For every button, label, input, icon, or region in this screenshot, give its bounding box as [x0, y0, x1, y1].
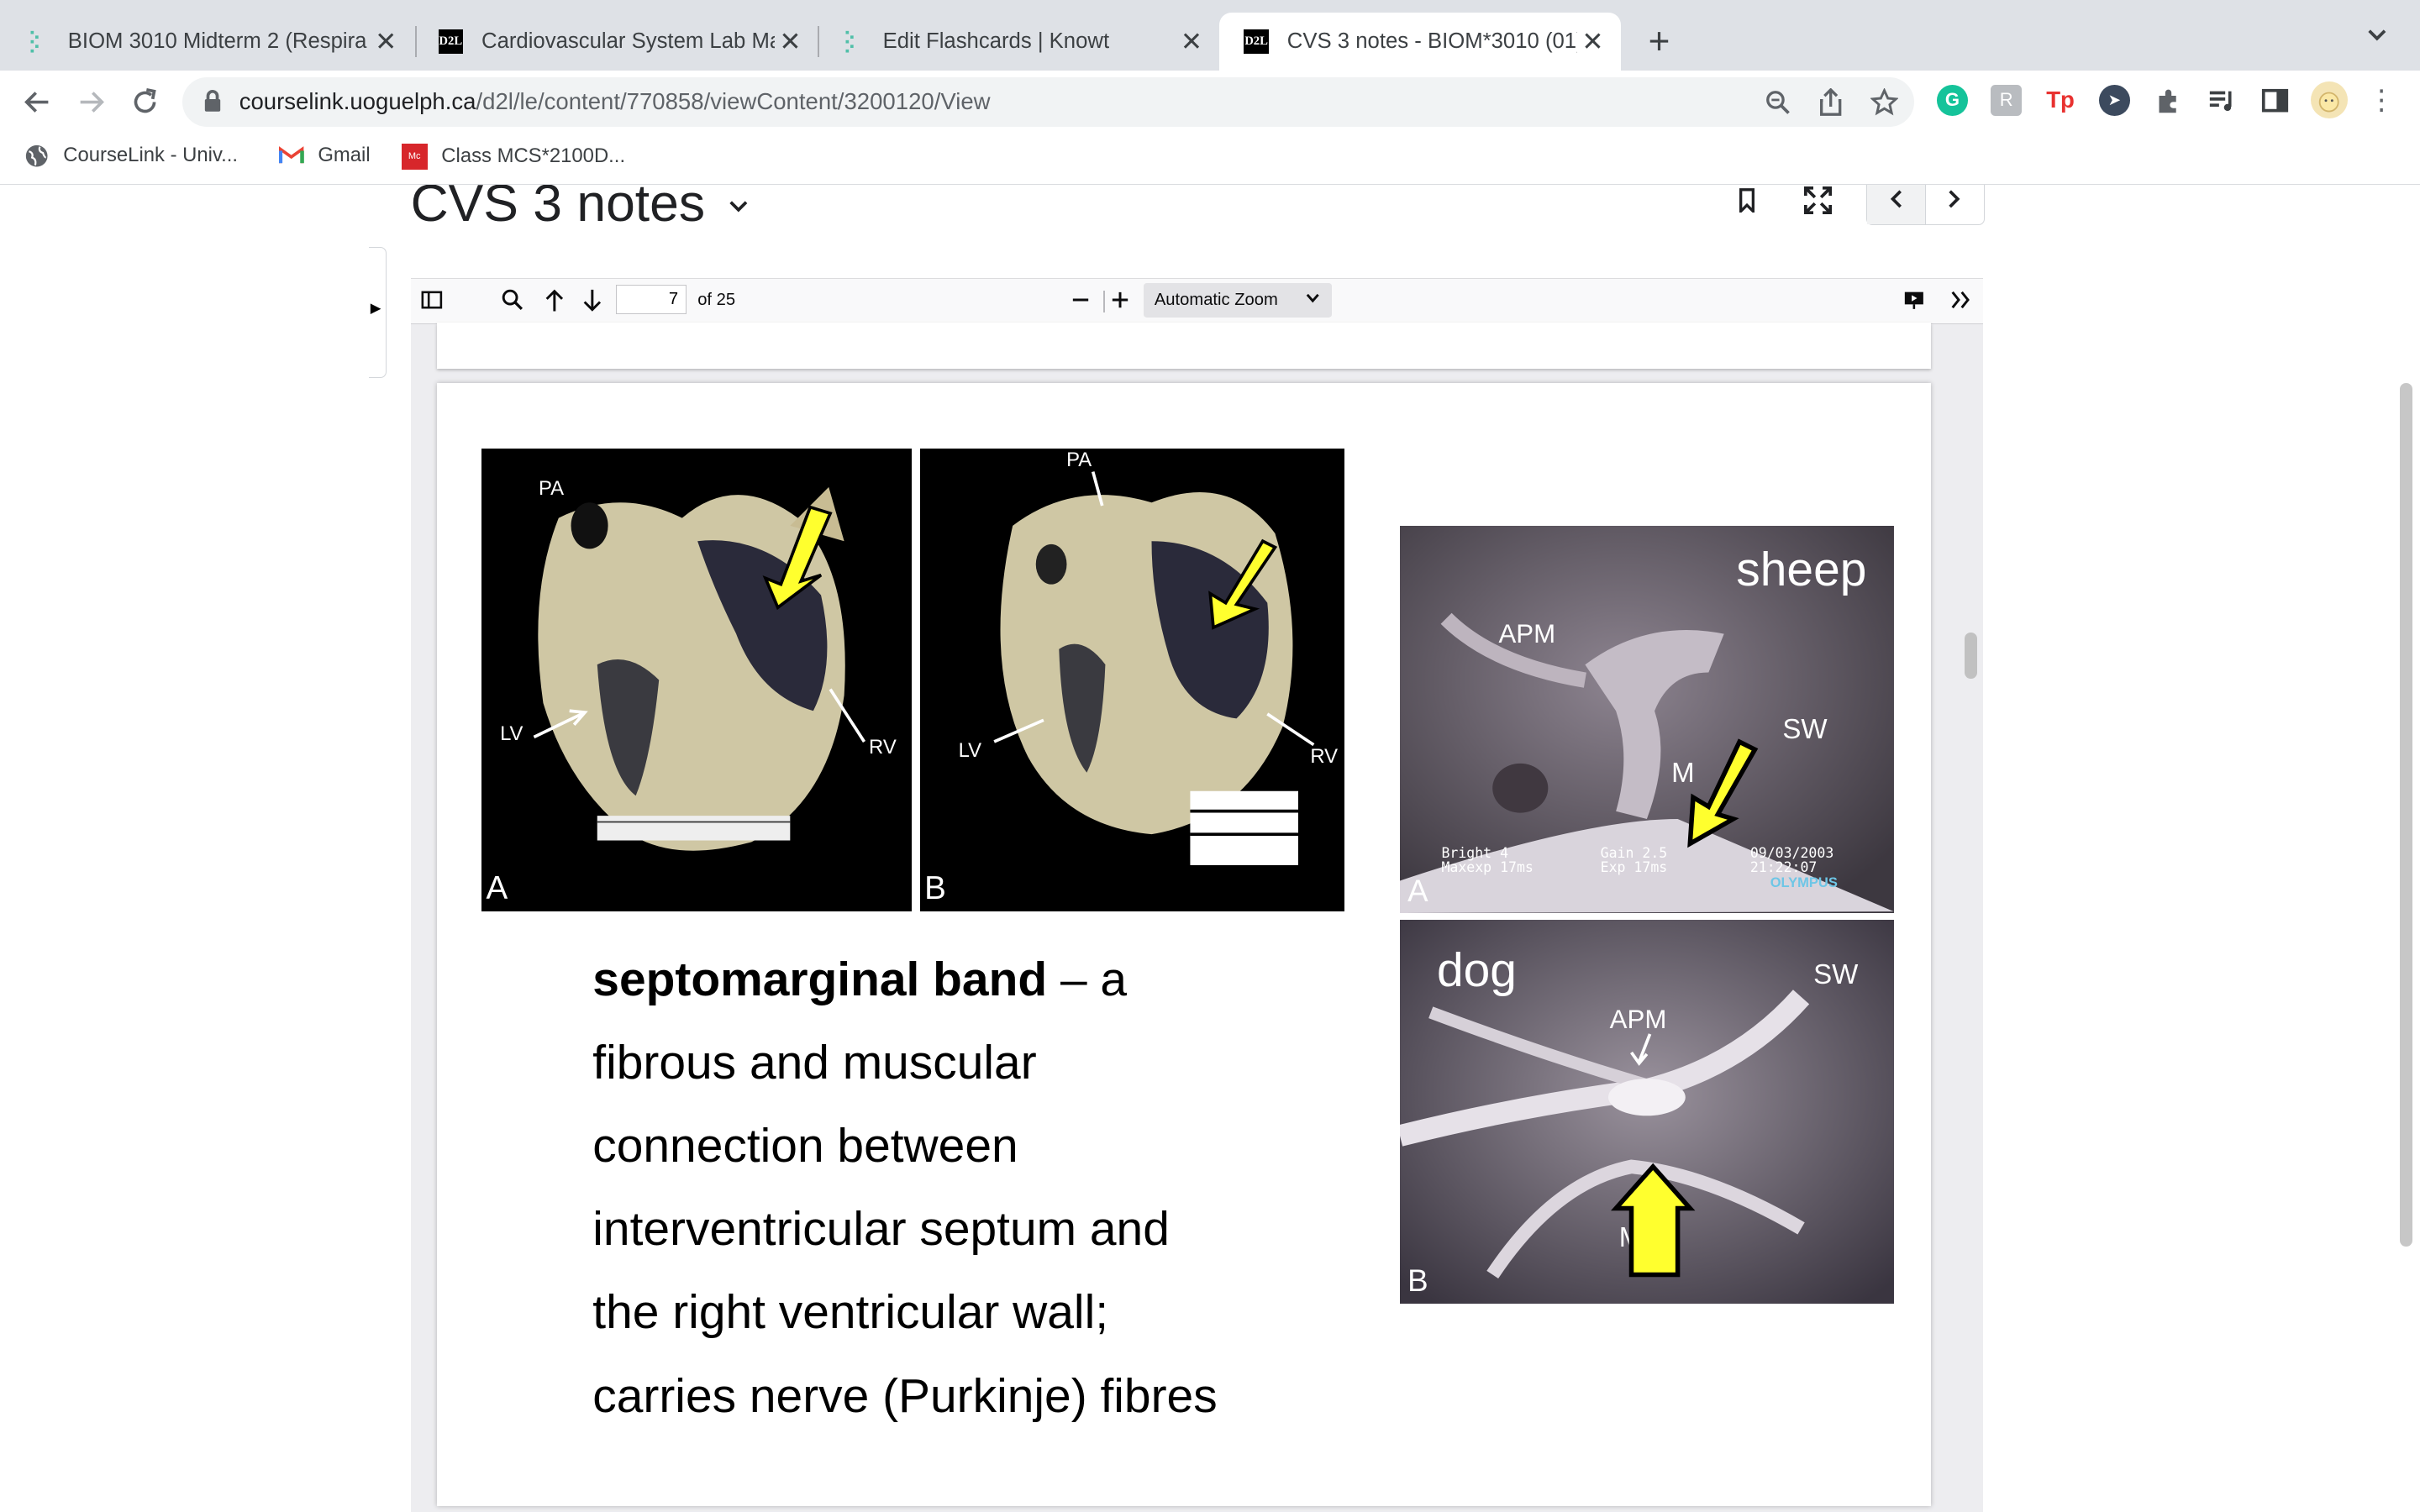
dog-endoscopy-photo: dog APM SW M B [1399, 919, 1894, 1305]
previous-page-arrow-icon[interactable] [540, 286, 568, 314]
tab-title: Cardiovascular System Lab Ma [481, 29, 776, 54]
tab-edit-flashcards[interactable]: Edit Flashcards | Knowt ✕ [815, 13, 1219, 71]
profile-avatar[interactable] [2310, 81, 2348, 119]
bookmark-star-icon[interactable] [1869, 87, 1900, 118]
heart-specimen-photo-a: PA LV RV A [481, 449, 913, 912]
close-icon[interactable]: ✕ [1176, 26, 1207, 57]
side-panel-icon[interactable] [2260, 85, 2291, 116]
tab-cvs3-notes[interactable]: D2L CVS 3 notes - BIOM*3010 (01) ✕ [1219, 12, 1621, 71]
pdf-viewer: of 25 Automatic Zoom [410, 277, 1984, 1512]
browser-toolbar: courselink.uoguelph.ca/d2l/le/content/77… [0, 71, 2420, 133]
sheep-endoscopy-photo: sheep APM SW M Bright 4 Maxexp 17ms Gain… [1399, 526, 1894, 914]
tab-cardiovascular-lab[interactable]: D2L Cardiovascular System Lab Ma ✕ [413, 13, 818, 71]
caption-line: connection between [592, 1119, 1018, 1173]
fullscreen-icon[interactable] [1801, 185, 1834, 216]
caption-text: – a [1047, 952, 1128, 1006]
d2l-icon: D2L [438, 29, 463, 55]
tab-search-chevron-icon[interactable] [2366, 24, 2388, 49]
grammarly-extension-icon[interactable]: G [1937, 85, 1968, 116]
chevron-down-icon[interactable] [720, 192, 749, 220]
yellow-arrow-icon [1610, 1032, 1696, 1277]
mcgraw-hill-icon: Mc [401, 143, 428, 171]
zoom-magnifier-icon[interactable] [1763, 87, 1794, 118]
pdf-scrollbar-thumb[interactable] [1965, 633, 1977, 680]
tab-title: Edit Flashcards | Knowt [882, 29, 1110, 54]
tab-strip: BIOM 3010 Midterm 2 (Respira ✕ D2L Cardi… [0, 0, 2420, 71]
next-page-arrow-icon[interactable] [579, 286, 607, 314]
close-icon[interactable]: ✕ [1577, 26, 1608, 57]
globe-icon [24, 144, 49, 168]
zoom-in-icon[interactable] [1108, 286, 1133, 314]
back-arrow-icon[interactable] [20, 85, 54, 118]
bookmark-gmail[interactable]: Gmail [279, 144, 371, 168]
pdf-toolbar: of 25 Automatic Zoom [410, 277, 1984, 324]
caret-right-icon: ▶ [370, 300, 381, 317]
tools-menu-icon[interactable] [1946, 286, 1974, 314]
caption-line: interventricular septum and [592, 1202, 1170, 1257]
kebab-menu-icon[interactable]: ⋮ [2366, 85, 2397, 116]
page-scrollbar-thumb[interactable] [2400, 382, 2412, 1247]
document-title[interactable]: CVS 3 notes [411, 185, 750, 233]
bookmark-class-mcs[interactable]: Mc Class MCS*2100D... [401, 143, 626, 171]
topic-pager [1865, 185, 1986, 226]
chevron-down-icon [1306, 289, 1320, 307]
presentation-mode-icon[interactable] [1900, 286, 1928, 314]
reload-icon[interactable] [128, 85, 161, 118]
caption-line: septomarginal band – a [592, 938, 1302, 1021]
knowt-icon [839, 29, 864, 54]
bookmarks-bar: CourseLink - Univ... Gmail Mc Class MCS*… [0, 132, 2420, 185]
search-icon[interactable] [498, 286, 526, 314]
new-tab-button[interactable]: + [1639, 21, 1680, 62]
tab-title: BIOM 3010 Midterm 2 (Respira [67, 29, 367, 54]
bookmark-courselink[interactable]: CourseLink - Univ... [24, 144, 238, 168]
gmail-icon [279, 144, 304, 168]
caption-line: carries nerve (Purkinje) fibres [592, 1368, 1218, 1423]
next-topic-button[interactable] [1926, 185, 1984, 224]
zoom-out-icon[interactable] [1068, 286, 1092, 314]
cursor-extension-icon[interactable]: ➤ [2098, 85, 2130, 116]
page-count-label: of 25 [697, 291, 736, 310]
close-icon[interactable]: ✕ [775, 26, 806, 57]
previous-pdf-page [436, 322, 1931, 369]
url-text: courselink.uoguelph.ca/d2l/le/content/77… [239, 87, 991, 114]
page-content: CVS 3 notes ▶ 7 of 25 Automatic Zoom PA … [0, 185, 2420, 1512]
yellow-arrow-icon [1687, 738, 1759, 848]
toolbar-separator [1103, 291, 1106, 312]
yellow-arrow-icon [533, 506, 866, 743]
sidebar-toggle-icon[interactable] [420, 286, 445, 314]
caption-term: septomarginal band [592, 952, 1048, 1006]
extensions-puzzle-icon[interactable] [2153, 85, 2184, 116]
bookmark-label: Gmail [318, 144, 371, 167]
bookmark-label: Class MCS*2100D... [441, 144, 626, 168]
knowt-icon [24, 29, 49, 54]
d2l-icon: D2L [1244, 29, 1269, 55]
tp-extension-icon[interactable]: Tp [2045, 85, 2076, 116]
share-icon[interactable] [1815, 87, 1846, 118]
forward-arrow-icon[interactable] [74, 85, 108, 118]
translate-extension-icon[interactable]: R [1991, 85, 2023, 116]
zoom-select-value: Automatic Zoom [1154, 290, 1278, 309]
caption-line: fibrous and muscular [592, 1035, 1037, 1089]
pdf-page: PA LV RV A PA LV RV B sheep APM SW M Bri… [436, 382, 1931, 1506]
zoom-select[interactable]: Automatic Zoom [1144, 283, 1333, 318]
address-bar[interactable]: courselink.uoguelph.ca/d2l/le/content/77… [182, 76, 1914, 127]
yellow-arrow-icon [993, 471, 1315, 747]
tab-title: CVS 3 notes - BIOM*3010 (01) [1286, 29, 1578, 54]
bookmark-label: CourseLink - Univ... [63, 144, 238, 167]
bookmark-icon[interactable] [1730, 185, 1764, 216]
slide-caption: septomarginal band – a fibrous and muscu… [592, 938, 1302, 1438]
tab-biom-midterm[interactable]: BIOM 3010 Midterm 2 (Respira ✕ [0, 13, 413, 71]
page-number-input[interactable] [615, 284, 687, 314]
heart-specimen-photo-b: PA LV RV B [919, 449, 1344, 912]
media-queue-icon[interactable] [2207, 85, 2238, 116]
close-icon[interactable]: ✕ [371, 26, 402, 57]
lock-icon[interactable] [203, 89, 222, 120]
previous-topic-button[interactable] [1866, 185, 1926, 225]
caption-line: the right ventricular wall; [592, 1285, 1109, 1340]
sidebar-toggle-handle[interactable]: ▶ [368, 246, 387, 379]
